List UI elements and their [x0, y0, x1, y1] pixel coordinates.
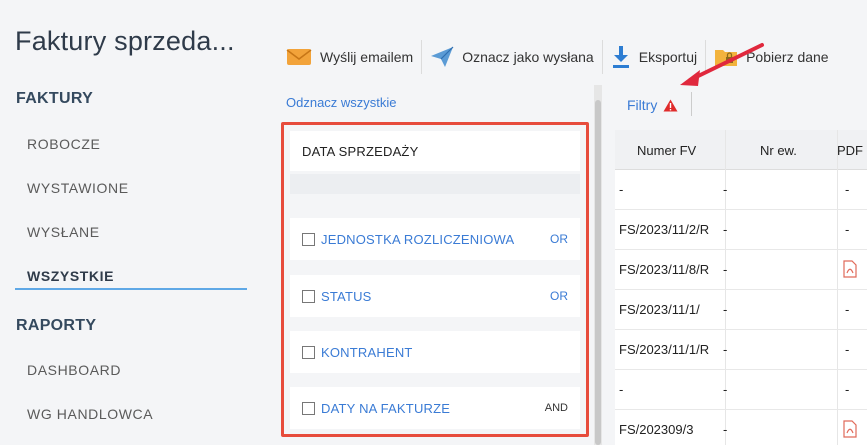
filter-item-kontrahent[interactable]: KONTRAHENT — [290, 331, 580, 373]
cell-nr-ew: - — [723, 182, 728, 197]
cell-nr-ew: - — [723, 422, 728, 437]
kontrahent-checkbox[interactable] — [302, 345, 315, 359]
section-raporty[interactable]: RAPORTY — [16, 317, 96, 335]
pdf-icon[interactable] — [843, 420, 857, 441]
table-row[interactable]: - - - — [615, 370, 867, 410]
column-header-pdf[interactable]: PDF — [837, 143, 863, 158]
table-header: Numer FV Nr ew. PDF — [615, 130, 867, 170]
column-header-nr-ew[interactable]: Nr ew. — [760, 143, 797, 158]
send-email-label: Wyślij emailem — [320, 49, 414, 65]
cell-pdf: - — [845, 302, 850, 317]
cell-numer-fv: FS/2023/11/2/R — [619, 222, 710, 237]
send-email-button[interactable]: Wyślij emailem — [278, 36, 421, 78]
pdf-icon[interactable] — [843, 260, 857, 281]
download-icon — [611, 45, 631, 69]
column-header-numer-fv[interactable]: Numer FV — [637, 143, 696, 158]
table-row[interactable]: FS/2023/11/8/R - — [615, 250, 867, 290]
filter-scrollbar-thumb[interactable] — [595, 100, 601, 445]
cell-pdf: - — [845, 382, 850, 397]
filter-spacer — [290, 174, 580, 194]
cell-numer-fv: FS/2023/11/1/R — [619, 342, 710, 357]
filter-item-label: KONTRAHENT — [321, 344, 413, 360]
cell-nr-ew: - — [723, 302, 728, 317]
sidebar-item-dashboard[interactable]: DASHBOARD — [27, 362, 121, 378]
filters-toggle[interactable]: Filtry — [627, 97, 678, 113]
filter-operator[interactable]: OR — [550, 232, 568, 246]
cell-pdf: - — [845, 182, 850, 197]
filter-header-row[interactable]: DATA SPRZEDAŻY — [290, 131, 580, 171]
table-row[interactable]: - - - — [615, 170, 867, 210]
filter-item-daty[interactable]: DATY NA FAKTURZE AND — [290, 387, 580, 429]
status-checkbox[interactable] — [302, 289, 315, 303]
deselect-all-link[interactable]: Odznacz wszystkie — [286, 95, 397, 110]
cell-nr-ew: - — [723, 342, 728, 357]
cell-numer-fv: FS/2023/11/8/R — [619, 262, 710, 277]
filter-operator[interactable]: AND — [545, 402, 568, 414]
envelope-icon — [286, 47, 312, 67]
filter-header-label: DATA SPRZEDAŻY — [302, 143, 419, 159]
cell-nr-ew: - — [723, 222, 728, 237]
filters-divider — [691, 92, 692, 116]
cell-pdf: - — [845, 342, 850, 357]
sidebar-item-wystawione[interactable]: WYSTAWIONE — [27, 180, 129, 196]
sidebar-item-wg-handlowca[interactable]: WG HANDLOWCA — [27, 406, 153, 422]
table-row[interactable]: FS/202309/3 - — [615, 410, 867, 445]
annotation-arrow — [680, 43, 764, 86]
cell-nr-ew: - — [723, 262, 728, 277]
daty-checkbox[interactable] — [302, 401, 315, 415]
table-row[interactable]: FS/2023/11/2/R - - — [615, 210, 867, 250]
filters-label: Filtry — [627, 97, 658, 113]
filter-item-jednostka[interactable]: JEDNOSTKA ROZLICZENIOWA OR — [290, 218, 580, 260]
sidebar-item-wszystkie[interactable]: WSZYSTKIE — [27, 268, 114, 284]
cell-numer-fv: FS/202309/3 — [619, 422, 694, 437]
mark-sent-label: Oznacz jako wysłana — [462, 49, 594, 65]
cell-numer-fv: FS/2023/11/1/ — [619, 302, 700, 317]
cell-numer-fv: - — [619, 182, 624, 197]
cell-pdf: - — [845, 222, 850, 237]
cell-numer-fv: - — [619, 382, 624, 397]
table-row[interactable]: FS/2023/11/1/R - - — [615, 330, 867, 370]
section-faktury[interactable]: FAKTURY — [16, 90, 93, 108]
jednostka-checkbox[interactable] — [302, 232, 315, 246]
filter-operator[interactable]: OR — [550, 289, 568, 303]
warning-icon — [663, 99, 678, 112]
mark-sent-button[interactable]: Oznacz jako wysłana — [422, 36, 602, 78]
sidebar: Faktury sprzeda... FAKTURY ROBOCZE WYSTA… — [0, 0, 260, 445]
filter-item-label: JEDNOSTKA ROZLICZENIOWA — [321, 231, 515, 247]
cell-nr-ew: - — [723, 382, 728, 397]
invoice-table: Numer FV Nr ew. PDF - - - FS/2023/11/2/R… — [615, 130, 867, 445]
page-title: Faktury sprzeda... — [15, 26, 235, 56]
paper-plane-icon — [430, 46, 454, 68]
filter-item-status[interactable]: STATUS OR — [290, 275, 580, 317]
filter-item-label: STATUS — [321, 288, 372, 304]
filter-panel: DATA SPRZEDAŻY JEDNOSTKA ROZLICZENIOWA O… — [281, 122, 589, 437]
sidebar-item-robocze[interactable]: ROBOCZE — [27, 136, 100, 152]
sidebar-item-wyslane[interactable]: WYSŁANE — [27, 224, 100, 240]
active-indicator — [15, 288, 247, 290]
filter-item-label: DATY NA FAKTURZE — [321, 400, 451, 416]
table-row[interactable]: FS/2023/11/1/ - - — [615, 290, 867, 330]
